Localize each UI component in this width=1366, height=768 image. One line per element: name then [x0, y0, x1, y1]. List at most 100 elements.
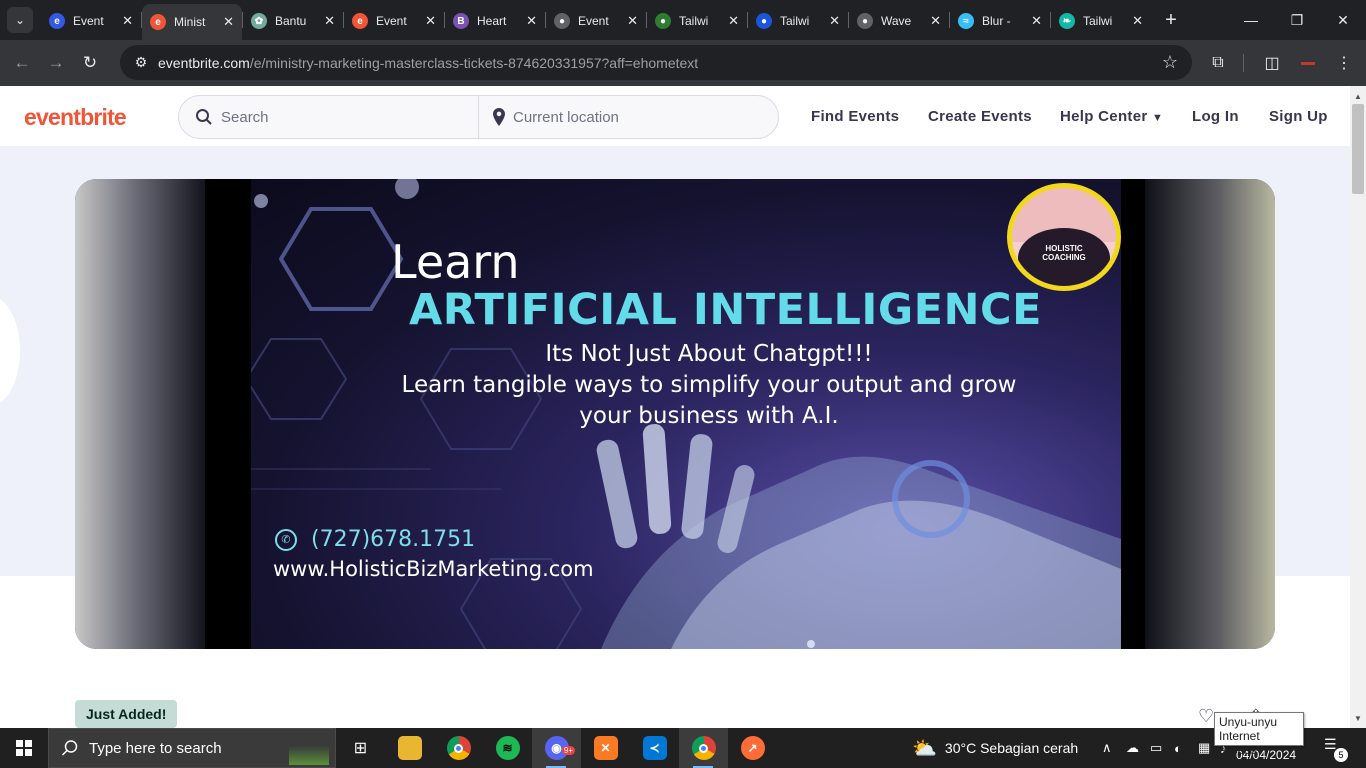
page-scrollbar[interactable]: ▲ ▼	[1350, 86, 1366, 728]
tab-search-button[interactable]: ⌄	[7, 7, 33, 33]
nav-help-center[interactable]: Help Center ▼	[1060, 108, 1163, 125]
browser-menu-icon[interactable]: ⋮	[1329, 48, 1359, 78]
maximize-button[interactable]: ❐	[1274, 0, 1320, 40]
forward-button[interactable]: →	[39, 46, 73, 80]
banner-phone: ✆ (727)678.1751	[275, 527, 475, 552]
close-tab-icon[interactable]: ✕	[627, 13, 638, 29]
new-tab-button[interactable]: +	[1157, 6, 1185, 34]
weather-widget[interactable]: ⛅ 30°C Sebagian cerah	[912, 728, 1078, 768]
taskbar-search-placeholder: Type here to search	[89, 739, 222, 757]
show-hidden-icons[interactable]: ∧	[1102, 728, 1112, 768]
minimize-button[interactable]: —	[1228, 0, 1274, 40]
vscode-app[interactable]: ≺	[630, 728, 679, 768]
person-icon: ●	[655, 13, 671, 29]
close-tab-icon[interactable]: ✕	[425, 13, 436, 29]
search-icon	[196, 109, 212, 125]
github-icon: ●	[554, 13, 570, 29]
heart-like-icon[interactable]: ♡	[1198, 706, 1214, 727]
close-tab-icon[interactable]: ✕	[1132, 13, 1143, 29]
search-bar: Search Current location	[178, 95, 779, 139]
close-window-button[interactable]: ✕	[1320, 0, 1366, 40]
tab-title: Minist	[174, 15, 206, 29]
browser-tab[interactable]: ● Tailwi ✕	[647, 5, 747, 37]
discord-badge: 9+	[561, 746, 575, 755]
eventbrite-icon: e	[352, 13, 368, 29]
close-tab-icon[interactable]: ✕	[829, 13, 840, 29]
banner-blur-right	[1145, 179, 1275, 649]
browser-tab[interactable]: e Event ✕	[41, 5, 141, 37]
tab-title: Tailwi	[1083, 14, 1113, 28]
nav-create-events[interactable]: Create Events	[928, 108, 1032, 125]
eventbrite-logo[interactable]: eventbrite	[24, 104, 127, 131]
location-input[interactable]: Current location	[479, 96, 778, 138]
nav-sign-up[interactable]: Sign Up	[1269, 108, 1328, 125]
windows-logo-icon	[16, 740, 32, 756]
discord-app[interactable]: ◉ 9+	[532, 728, 581, 768]
chrome-app[interactable]	[434, 728, 483, 768]
banner-phone-text: (727)678.1751	[311, 527, 476, 552]
task-view-icon: ⊞	[353, 740, 368, 757]
close-tab-icon[interactable]: ✕	[728, 13, 739, 29]
close-tab-icon[interactable]: ✕	[223, 14, 234, 30]
url-text[interactable]: eventbrite.com/e/ministry-marketing-mast…	[158, 55, 698, 71]
browser-tab[interactable]: ● Event ✕	[546, 5, 646, 37]
close-tab-icon[interactable]: ✕	[526, 13, 537, 29]
extensions-icon[interactable]: ⧉	[1203, 48, 1233, 78]
browser-tab[interactable]: e Event ✕	[344, 5, 444, 37]
browser-tab[interactable]: e Minist ✕	[142, 4, 242, 40]
banner-subtitle-line-1: Its Not Just About Chatgpt!!!	[545, 341, 873, 367]
close-tab-icon[interactable]: ✕	[1031, 13, 1042, 29]
url-path: /e/ministry-marketing-masterclass-ticket…	[249, 54, 699, 71]
taskbar-search-box[interactable]: Type here to search	[48, 728, 336, 768]
just-added-badge: Just Added!	[75, 700, 178, 728]
profile-avatar[interactable]	[1293, 48, 1323, 78]
scroll-up-arrow[interactable]: ▲	[1350, 88, 1366, 104]
scroll-down-arrow[interactable]: ▼	[1350, 710, 1366, 726]
spotify-app[interactable]: ≋	[483, 728, 532, 768]
file-explorer-app[interactable]	[385, 728, 434, 768]
browser-tab[interactable]: ● Tailwi ✕	[748, 5, 848, 37]
tooltip-line-2: Internet access	[1219, 729, 1260, 757]
browser-tab[interactable]: ● Wave ✕	[849, 5, 949, 37]
back-button[interactable]: ←	[5, 46, 39, 80]
folder-icon	[397, 736, 422, 760]
browser-tab[interactable]: B Heart ✕	[445, 5, 545, 37]
browser-tab[interactable]: ❧ Tailwi ✕	[1051, 5, 1151, 37]
postman-app[interactable]: ↗	[728, 728, 777, 768]
chrome-app-active[interactable]	[679, 728, 728, 768]
side-panel-icon[interactable]: ◫	[1257, 48, 1287, 78]
address-bar[interactable]: ⚙ eventbrite.com/e/ministry-marketing-ma…	[120, 45, 1192, 80]
browser-tab-strip: ⌄ e Event ✕ e Minist ✕ ✿ Bantu ✕ e Event ✕ B Heart ✕ ● E…	[0, 0, 1366, 40]
browser-tab[interactable]: ≈ Blur - ✕	[950, 5, 1050, 37]
search-input[interactable]: Search	[179, 96, 479, 138]
nav-find-events[interactable]: Find Events	[811, 108, 899, 125]
scrollbar-thumb[interactable]	[1352, 104, 1364, 194]
browser-tab[interactable]: ✿ Bantu ✕	[243, 5, 343, 37]
network-tray-icon[interactable]: ▦	[1198, 728, 1210, 768]
close-tab-icon[interactable]: ✕	[122, 13, 133, 29]
nav-log-in[interactable]: Log In	[1192, 108, 1239, 125]
xampp-app[interactable]: ✕	[581, 728, 630, 768]
bookmark-star-icon[interactable]: ☆	[1162, 52, 1178, 73]
search-icon	[61, 740, 78, 756]
network-tooltip: Unyu-unyu Internet access	[1214, 712, 1304, 757]
event-banner: Learn ARTIFICIAL INTELLIGENCE Its Not Ju…	[75, 179, 1275, 649]
banner-subtitle-line-3: your business with A.I.	[579, 403, 839, 429]
leaf-icon: ❧	[1059, 13, 1075, 29]
close-tab-icon[interactable]: ✕	[324, 13, 335, 29]
help-center-label: Help Center	[1060, 108, 1148, 125]
globe-icon: ●	[857, 13, 873, 29]
start-button[interactable]	[0, 728, 48, 768]
tab-title: Tailwi	[679, 14, 709, 28]
spotify-icon: ≋	[495, 736, 520, 760]
site-info-icon[interactable]: ⚙	[126, 54, 156, 71]
eventbrite-icon: e	[49, 13, 65, 29]
battery-tray-icon[interactable]: ▭	[1150, 728, 1162, 768]
whatsapp-icon: ✆	[275, 528, 297, 551]
cloud-tray-icon[interactable]: ☁	[1126, 728, 1139, 768]
reload-button[interactable]: ↻	[73, 46, 107, 80]
close-tab-icon[interactable]: ✕	[930, 13, 941, 29]
meet-tray-icon[interactable]: ◐	[1174, 728, 1182, 768]
task-view-button[interactable]: ⊞	[336, 728, 385, 768]
tab-title: Wave	[881, 14, 912, 28]
